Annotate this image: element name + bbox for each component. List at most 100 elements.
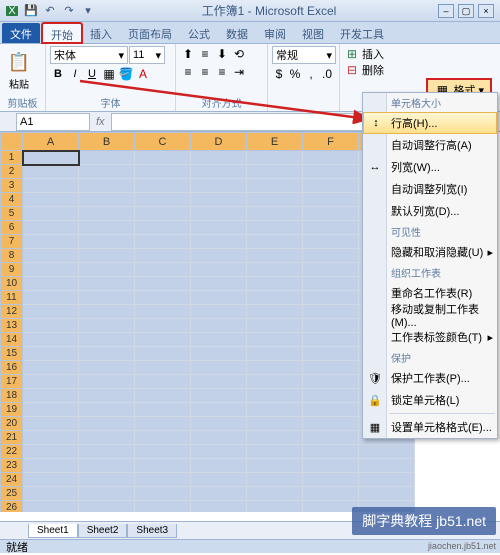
cell[interactable] [135,305,191,319]
cell[interactable] [247,389,303,403]
row-header[interactable]: 23 [1,459,23,473]
cell[interactable] [23,487,79,501]
cell[interactable] [23,403,79,417]
row-header[interactable]: 22 [1,445,23,459]
save-icon[interactable]: 💾 [23,3,39,19]
cell[interactable] [247,473,303,487]
font-name-combo[interactable]: 宋体▾ [50,46,128,64]
cell[interactable] [247,375,303,389]
paste-button[interactable]: 📋 粘贴 [4,49,34,93]
cell[interactable] [303,333,359,347]
cell[interactable] [247,501,303,513]
col-header[interactable]: E [247,133,303,151]
cell[interactable] [303,389,359,403]
menu-item[interactable]: 移动或复制工作表(M)... [363,304,497,326]
row-header[interactable]: 8 [1,249,23,263]
comma-icon[interactable]: , [304,66,318,82]
cell[interactable] [79,375,135,389]
cell[interactable] [247,445,303,459]
cell[interactable] [135,473,191,487]
cell[interactable] [135,221,191,235]
cell[interactable] [247,417,303,431]
cell[interactable] [303,151,359,165]
cell[interactable] [79,487,135,501]
row-header[interactable]: 5 [1,207,23,221]
tab-review[interactable]: 审阅 [256,23,294,43]
cell[interactable] [79,221,135,235]
cell[interactable] [303,305,359,319]
cell[interactable] [247,487,303,501]
cell[interactable] [303,375,359,389]
cell[interactable] [23,235,79,249]
cell[interactable] [247,179,303,193]
col-header[interactable]: D [191,133,247,151]
tab-insert[interactable]: 插入 [82,23,120,43]
cell[interactable] [247,347,303,361]
cell[interactable] [191,291,247,305]
cell[interactable] [79,179,135,193]
cell[interactable] [135,333,191,347]
cell[interactable] [135,431,191,445]
cell[interactable] [247,431,303,445]
cell[interactable] [247,305,303,319]
grid[interactable]: A B C D E F G 12345678910111213141516171… [0,132,415,512]
cell[interactable] [191,403,247,417]
cell[interactable] [303,179,359,193]
row-header[interactable]: 7 [1,235,23,249]
cell[interactable] [79,319,135,333]
cell[interactable] [359,445,415,459]
row-header[interactable]: 3 [1,179,23,193]
row-header[interactable]: 24 [1,473,23,487]
cell[interactable] [135,389,191,403]
cell[interactable] [247,249,303,263]
menu-item[interactable]: 🔒锁定单元格(L) [363,389,497,411]
menu-item[interactable]: 自动调整列宽(I) [363,178,497,200]
cell[interactable] [303,235,359,249]
cell[interactable] [79,445,135,459]
currency-icon[interactable]: $ [272,66,286,82]
cell[interactable] [191,179,247,193]
cell[interactable] [23,151,79,165]
cell[interactable] [247,263,303,277]
row-header[interactable]: 26 [1,501,23,513]
col-header[interactable]: A [23,133,79,151]
row-header[interactable]: 13 [1,319,23,333]
cell[interactable] [79,193,135,207]
cell[interactable] [303,263,359,277]
cell[interactable] [191,207,247,221]
cell[interactable] [135,151,191,165]
cell[interactable] [191,151,247,165]
menu-item[interactable]: 默认列宽(D)... [363,200,497,222]
cell[interactable] [23,249,79,263]
cell[interactable] [191,165,247,179]
row-header[interactable]: 2 [1,165,23,179]
cell[interactable] [79,459,135,473]
cell[interactable] [247,165,303,179]
cell[interactable] [135,459,191,473]
orientation-icon[interactable]: ⟲ [231,46,247,62]
cell[interactable] [23,207,79,221]
cell[interactable] [79,333,135,347]
sheet-tab[interactable]: Sheet2 [78,524,128,538]
cell[interactable] [135,165,191,179]
excel-icon[interactable]: X [4,3,20,19]
row-header[interactable]: 11 [1,291,23,305]
cell[interactable] [23,221,79,235]
cell[interactable] [23,193,79,207]
menu-item[interactable]: 自动调整行高(A) [363,134,497,156]
cell[interactable] [247,403,303,417]
cell[interactable] [79,249,135,263]
cell[interactable] [303,291,359,305]
cell[interactable] [191,263,247,277]
cell[interactable] [303,459,359,473]
cell[interactable] [247,277,303,291]
cell[interactable] [79,431,135,445]
tab-file[interactable]: 文件 [2,23,40,43]
undo-icon[interactable]: ↶ [42,3,58,19]
cell[interactable] [23,445,79,459]
align-top-icon[interactable]: ⬆ [180,46,196,62]
tab-developer[interactable]: 开发工具 [332,23,392,43]
cell[interactable] [191,347,247,361]
cell[interactable] [303,221,359,235]
close-button[interactable]: × [478,4,494,18]
